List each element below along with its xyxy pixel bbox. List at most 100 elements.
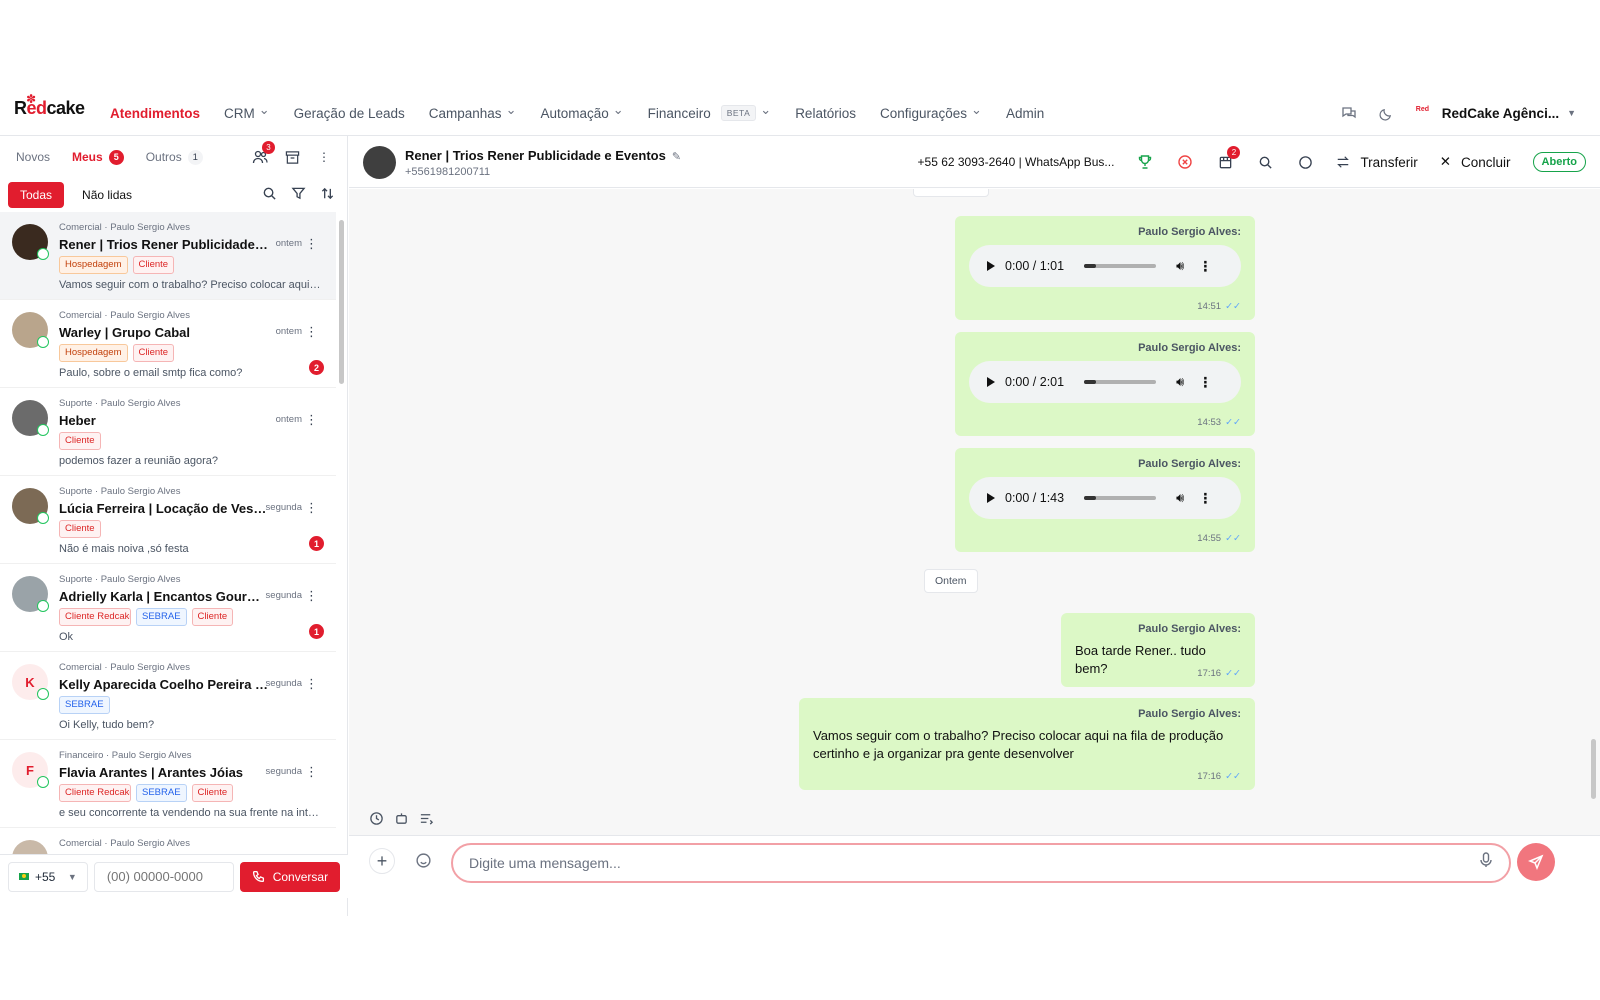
play-icon[interactable] bbox=[987, 377, 995, 387]
read-check-icon: ✓✓ bbox=[1225, 301, 1241, 312]
conversation-time: ontem bbox=[275, 326, 302, 337]
chevron-down-icon: ⌄ bbox=[971, 102, 982, 117]
message-input[interactable] bbox=[451, 843, 1511, 883]
message-sender: Paulo Sergio Alves: bbox=[1138, 708, 1241, 720]
nav-item-gera-o-de-leads[interactable]: Geração de Leads bbox=[294, 106, 405, 121]
status-circle-icon[interactable] bbox=[1296, 153, 1314, 171]
play-icon[interactable] bbox=[987, 493, 995, 503]
calendar-icon[interactable]: 2 bbox=[1216, 146, 1241, 171]
send-button[interactable] bbox=[1517, 843, 1555, 881]
nav-item-crm[interactable]: CRM ⌄ bbox=[224, 102, 270, 121]
conversation-preview: Paulo, sobre o email smtp fica como? bbox=[59, 367, 243, 379]
nav-item-automa-o[interactable]: Automação ⌄ bbox=[540, 102, 623, 121]
channel-label[interactable]: +55 62 3093-2640 | WhatsApp Bus... bbox=[918, 155, 1115, 169]
conclude-button[interactable]: ✕ Concluir bbox=[1440, 154, 1511, 170]
nav-item-atendimentos[interactable]: Atendimentos bbox=[110, 106, 200, 121]
more-options-icon[interactable]: ⋮ bbox=[315, 148, 333, 166]
conversation-list-scrollbar[interactable] bbox=[339, 220, 344, 384]
conversation-item[interactable]: K Comercial · Paulo Sergio Alves Kelly Apa… bbox=[0, 652, 336, 740]
tag-list: Cliente bbox=[59, 520, 324, 538]
conversation-item[interactable]: Suporte · Paulo Sergio Alves Heber ontem ⋮ C… bbox=[0, 388, 336, 476]
chevron-down-icon: ⌄ bbox=[258, 102, 270, 117]
search-icon[interactable] bbox=[1256, 153, 1274, 171]
tab-outros[interactable]: Outros 1 bbox=[146, 149, 203, 165]
dark-mode-moon-icon[interactable] bbox=[1378, 104, 1396, 122]
tab-meus[interactable]: Meus 5 bbox=[72, 149, 124, 165]
brand-logo[interactable]: ✽ Redcake bbox=[14, 92, 85, 119]
tab-novos[interactable]: Novos bbox=[16, 150, 50, 164]
conversation-item[interactable]: Comercial · Paulo Sergio Alves Warley | G… bbox=[0, 300, 336, 388]
text-message-bubble: Paulo Sergio Alves: Boa tarde Rener.. tud… bbox=[1061, 613, 1255, 687]
filter-funnel-icon[interactable] bbox=[291, 186, 306, 204]
team-badge: 3 bbox=[262, 141, 275, 154]
volume-icon[interactable]: 🔊︎ bbox=[1176, 374, 1184, 390]
attach-plus-button[interactable]: + bbox=[369, 848, 395, 874]
trophy-icon[interactable] bbox=[1136, 153, 1154, 171]
archive-icon[interactable] bbox=[283, 148, 301, 166]
more-options-icon[interactable]: ⋮ bbox=[1198, 374, 1212, 391]
more-options-icon[interactable]: ⋮ bbox=[1198, 258, 1212, 275]
more-options-icon[interactable]: ⋮ bbox=[305, 324, 318, 340]
clock-schedule-icon[interactable] bbox=[369, 811, 384, 829]
nav-item-campanhas[interactable]: Campanhas ⌄ bbox=[429, 102, 517, 121]
whatsapp-icon bbox=[37, 336, 49, 348]
nav-item-configura-es[interactable]: Configurações ⌄ bbox=[880, 102, 982, 121]
more-options-icon[interactable]: ⋮ bbox=[305, 500, 318, 516]
audio-progress-slider[interactable] bbox=[1084, 264, 1157, 268]
contact-name[interactable]: Rener | Trios Rener Publicidade e Evento… bbox=[405, 148, 681, 163]
edit-pencil-icon[interactable]: ✎ bbox=[672, 151, 681, 163]
team-users-icon[interactable]: 3 bbox=[251, 141, 275, 166]
audio-duration: 0:00 / 1:43 bbox=[1005, 491, 1065, 505]
conversation-meta: Suporte · Paulo Sergio Alves bbox=[59, 486, 181, 497]
sort-arrows-icon[interactable] bbox=[320, 186, 335, 204]
bot-robot-icon[interactable] bbox=[394, 811, 409, 829]
audio-progress-slider[interactable] bbox=[1084, 496, 1157, 500]
nav-item-relat-rios[interactable]: Relatórios bbox=[795, 106, 856, 121]
audio-duration: 0:00 / 1:01 bbox=[1005, 259, 1065, 273]
nav-item-financeiro[interactable]: Financeiro BETA ⌄ bbox=[648, 102, 771, 121]
conversation-preview: Não é mais noiva ,só festa bbox=[59, 543, 189, 555]
microphone-icon[interactable] bbox=[1479, 852, 1495, 870]
conversation-meta: Financeiro · Paulo Sergio Alves bbox=[59, 750, 192, 761]
account-menu[interactable]: Red RedCake Agênci... ▼ bbox=[1416, 106, 1576, 121]
conversation-item[interactable]: Comercial · Paulo Sergio Alves Rener | Tr… bbox=[0, 212, 336, 300]
quick-replies-icon[interactable] bbox=[419, 811, 434, 829]
brazil-flag-icon bbox=[19, 873, 29, 880]
conversation-item[interactable]: F Financeiro · Paulo Sergio Alves Flavia A… bbox=[0, 740, 336, 828]
more-options-icon[interactable]: ⋮ bbox=[305, 236, 318, 252]
message-list-scrollbar[interactable] bbox=[1591, 739, 1596, 799]
volume-icon[interactable]: 🔊︎ bbox=[1176, 258, 1184, 274]
more-options-icon[interactable]: ⋮ bbox=[305, 588, 318, 604]
filter-unread-button[interactable]: Não lidas bbox=[72, 182, 142, 208]
more-options-icon[interactable]: ⋮ bbox=[305, 676, 318, 692]
conversation-item[interactable]: Suporte · Paulo Sergio Alves Lúcia Ferrei… bbox=[0, 476, 336, 564]
message-time: 14:51 ✓✓ bbox=[1197, 301, 1241, 312]
transfer-button[interactable]: Transferir bbox=[1336, 155, 1418, 170]
date-separator-partial bbox=[913, 189, 989, 197]
contact-avatar[interactable] bbox=[363, 146, 396, 179]
conversation-name: Flavia Arantes | Arantes Jóias bbox=[59, 765, 244, 780]
account-logo-icon: Red bbox=[1415, 106, 1430, 113]
play-icon[interactable] bbox=[987, 261, 995, 271]
chat-bubbles-icon[interactable] bbox=[1340, 104, 1358, 122]
more-options-icon[interactable]: ⋮ bbox=[305, 412, 318, 428]
tag-list: SEBRAE bbox=[59, 696, 324, 714]
conversation-item[interactable]: Suporte · Paulo Sergio Alves Adrielly Kar… bbox=[0, 564, 336, 652]
date-separator: Ontem bbox=[924, 569, 978, 593]
emoji-smile-icon[interactable] bbox=[415, 852, 433, 870]
nav-item-admin[interactable]: Admin bbox=[1006, 106, 1044, 121]
volume-icon[interactable]: 🔊︎ bbox=[1176, 490, 1184, 506]
filter-all-button[interactable]: Todas bbox=[8, 182, 65, 208]
filter-bar: Todas Não lidas bbox=[0, 178, 347, 212]
audio-progress-slider[interactable] bbox=[1084, 380, 1157, 384]
country-code-select[interactable]: +55 ▼ bbox=[8, 861, 88, 892]
more-options-icon[interactable]: ⋮ bbox=[1198, 490, 1212, 507]
start-conversation-button[interactable]: Conversar bbox=[239, 861, 340, 892]
phone-number-input[interactable] bbox=[93, 861, 234, 892]
status-badge: Aberto bbox=[1532, 152, 1586, 172]
more-options-icon[interactable]: ⋮ bbox=[305, 764, 318, 780]
search-icon[interactable] bbox=[262, 186, 277, 204]
phone-icon bbox=[252, 870, 264, 883]
conversation-name: Warley | Grupo Cabal bbox=[59, 325, 191, 340]
close-circle-icon[interactable] bbox=[1176, 153, 1194, 171]
